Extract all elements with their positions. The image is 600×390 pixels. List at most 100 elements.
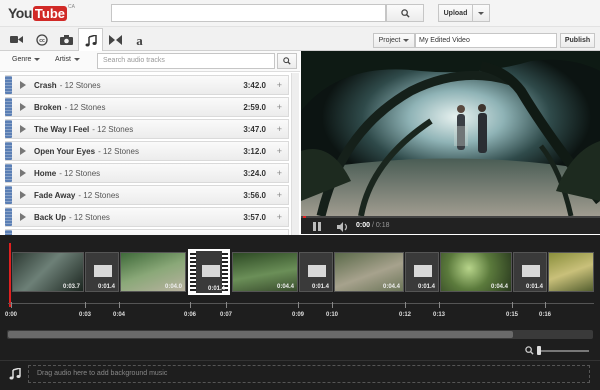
- transition-clip[interactable]: 0:01.4: [513, 252, 547, 292]
- zoom-slider-handle[interactable]: [537, 346, 541, 355]
- play-icon[interactable]: [20, 81, 26, 89]
- video-clip[interactable]: [548, 252, 594, 292]
- video-clip[interactable]: 0:04.4: [232, 252, 298, 292]
- tab-captions[interactable]: cc: [29, 28, 54, 51]
- background-music-drop-zone[interactable]: Drag audio here to add background music: [28, 365, 590, 383]
- video-clip[interactable]: 0:03.7: [12, 252, 84, 292]
- transition-clip[interactable]: 0:01.4: [299, 252, 333, 292]
- artist-dropdown[interactable]: Artist: [55, 56, 80, 63]
- drag-handle-icon[interactable]: [5, 142, 12, 160]
- track-list-scrollbar[interactable]: [291, 73, 299, 235]
- transition-icon: [202, 265, 220, 277]
- photo-camera-icon: [60, 34, 73, 45]
- genre-dropdown[interactable]: Genre: [12, 56, 41, 63]
- list-item[interactable]: Open Your Eyes - 12 Stones 3:12.0 +: [5, 141, 289, 161]
- track-duration: 3:57.0: [243, 212, 266, 222]
- transition-clip-selected[interactable]: 0:01.4: [188, 249, 230, 295]
- video-clip[interactable]: 0:04.0: [120, 252, 186, 292]
- play-icon[interactable]: [20, 213, 26, 221]
- pause-icon[interactable]: [313, 222, 321, 231]
- project-name-field[interactable]: My Edited Video: [415, 33, 557, 48]
- list-item[interactable]: Crash - 12 Stones 3:42.0 +: [5, 75, 289, 95]
- add-icon[interactable]: +: [277, 168, 282, 178]
- track-duration: 2:59.0: [243, 102, 266, 112]
- transition-clip[interactable]: 0:01.4: [85, 252, 119, 292]
- drag-handle-icon[interactable]: [5, 76, 12, 94]
- project-menu-button[interactable]: Project: [373, 33, 415, 48]
- track-name: Back Up: [34, 212, 67, 222]
- drag-handle-icon[interactable]: [5, 208, 12, 226]
- drag-handle-icon[interactable]: [5, 98, 12, 116]
- zoom-slider[interactable]: [537, 350, 589, 352]
- drag-handle-icon[interactable]: [5, 186, 12, 204]
- audio-search-button[interactable]: [277, 53, 297, 69]
- add-icon[interactable]: +: [277, 190, 282, 200]
- tab-photos[interactable]: [54, 28, 79, 51]
- track-artist: - 12 Stones: [98, 146, 139, 156]
- tab-audio[interactable]: [78, 28, 103, 52]
- track-duration: 3:42.0: [243, 80, 266, 90]
- list-item[interactable]: The Way I Feel - 12 Stones 3:47.0 +: [5, 119, 289, 139]
- genre-label: Genre: [12, 56, 32, 63]
- play-icon[interactable]: [20, 103, 26, 111]
- add-icon[interactable]: +: [277, 146, 282, 156]
- svg-text:cc: cc: [39, 38, 45, 44]
- upload-menu-button[interactable]: [473, 4, 490, 22]
- drag-handle-icon[interactable]: [5, 120, 12, 138]
- transition-clip[interactable]: 0:01.4: [405, 252, 439, 292]
- ruler-tick-label: 0:00: [5, 312, 18, 318]
- video-frame-image: [301, 51, 600, 216]
- play-icon[interactable]: [20, 147, 26, 155]
- list-item[interactable]: Home - 12 Stones 3:24.0 +: [5, 163, 289, 183]
- music-note-icon: [85, 34, 97, 46]
- ruler-tick-label: 0:04: [113, 312, 126, 318]
- track-artist: - 12 Stones: [78, 190, 120, 200]
- ruler-tick: [439, 302, 440, 308]
- publish-button[interactable]: Publish: [560, 33, 595, 48]
- ruler-tick: [332, 302, 333, 308]
- upload-button[interactable]: Upload: [438, 4, 473, 22]
- video-preview[interactable]: [301, 51, 600, 216]
- add-icon[interactable]: +: [277, 212, 282, 222]
- logo-tube-text: Tube: [32, 5, 67, 21]
- add-icon[interactable]: +: [277, 102, 282, 112]
- svg-text:a: a: [136, 34, 143, 46]
- play-icon[interactable]: [20, 125, 26, 133]
- add-icon[interactable]: +: [277, 80, 282, 90]
- playhead[interactable]: [9, 243, 11, 307]
- transitions-icon: [109, 34, 122, 45]
- timeline-scrollbar-thumb[interactable]: [8, 331, 513, 338]
- search-button[interactable]: [386, 4, 424, 22]
- tab-video[interactable]: [4, 28, 29, 51]
- list-item[interactable]: Back Up - 12 Stones 3:57.0 +: [5, 207, 289, 227]
- track-duration: 3:24.0: [243, 168, 266, 178]
- music-note-icon: [9, 368, 21, 380]
- ruler-tick: [298, 302, 299, 308]
- search-input[interactable]: [111, 4, 386, 22]
- track-name: Broken: [34, 102, 62, 112]
- tab-text[interactable]: a: [127, 28, 152, 51]
- drag-handle-icon[interactable]: [5, 164, 12, 182]
- transition-icon: [94, 265, 112, 277]
- clip-duration: 0:01.4: [311, 284, 329, 290]
- track-artist: - 12 Stones: [59, 80, 101, 90]
- ruler-tick-label: 0:10: [326, 312, 339, 318]
- video-clip[interactable]: 0:04.4: [440, 252, 512, 292]
- youtube-logo[interactable]: You Tube CA: [8, 4, 75, 22]
- track-name: The Way I Feel: [34, 124, 90, 134]
- list-item[interactable]: Broken - 12 Stones 2:59.0 +: [5, 97, 289, 117]
- list-item[interactable]: Fade Away - 12 Stones 3:56.0 +: [5, 185, 289, 205]
- ruler-tick-label: 0:13: [433, 312, 446, 318]
- ruler-tick-label: 0:16: [539, 312, 552, 318]
- project-label: Project: [378, 37, 401, 44]
- play-icon[interactable]: [20, 169, 26, 177]
- play-icon[interactable]: [20, 191, 26, 199]
- player-controls: 0:00 / 0:18: [301, 216, 600, 234]
- ruler-tick: [405, 302, 406, 308]
- video-clip[interactable]: 0:04.4: [334, 252, 404, 292]
- audio-search-input[interactable]: Search audio tracks: [97, 53, 275, 69]
- time-current: 0:00: [356, 222, 371, 229]
- tab-transitions[interactable]: [103, 28, 128, 51]
- volume-icon[interactable]: [337, 222, 349, 232]
- add-icon[interactable]: +: [277, 124, 282, 134]
